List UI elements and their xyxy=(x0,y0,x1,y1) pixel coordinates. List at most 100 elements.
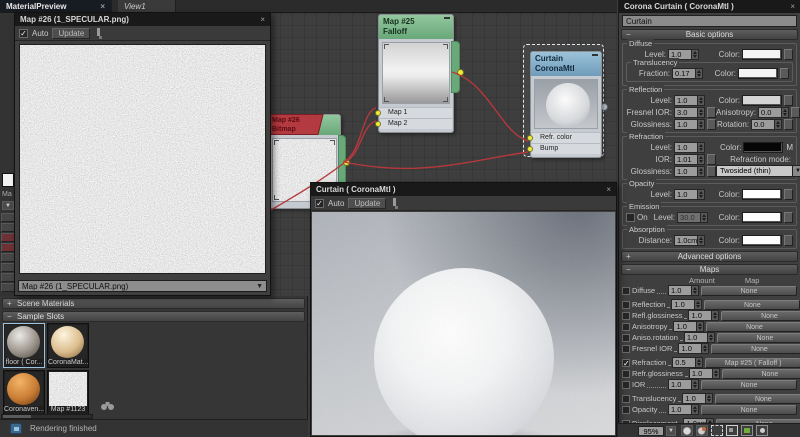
map-enable-checkbox[interactable] xyxy=(622,287,630,295)
left-panel-button[interactable] xyxy=(1,273,15,282)
left-panel-button[interactable] xyxy=(1,213,15,222)
map-amount-spinner[interactable]: 1.0 xyxy=(671,299,702,310)
map-enable-checkbox[interactable] xyxy=(622,323,630,331)
reflection-color-swatch[interactable] xyxy=(742,95,782,106)
auto-checkbox[interactable]: ✓ xyxy=(315,199,324,208)
curtain-render-window[interactable]: Curtain ( CoronaMtl ) × ✓ Auto Update xyxy=(310,182,617,437)
input-socket[interactable] xyxy=(375,110,381,116)
node-header[interactable]: Map #25 Falloff xyxy=(379,15,453,39)
map-enable-checkbox[interactable]: ✓ xyxy=(622,359,630,367)
zoom-level-field[interactable]: 95% xyxy=(638,426,664,436)
fresnel-ior-spinner[interactable]: 3.0 xyxy=(674,107,705,118)
material-input-slot[interactable]: Refr. color xyxy=(532,132,600,143)
node-falloff[interactable]: Map #25 Falloff Map 1Map 2 xyxy=(378,14,454,133)
map-slot-button[interactable]: None xyxy=(706,322,800,332)
rotation-map-button[interactable] xyxy=(784,119,793,130)
map-enable-checkbox[interactable] xyxy=(622,312,630,320)
map-slot-button[interactable]: None xyxy=(711,344,800,354)
map-slot-button[interactable]: Map #25 ( Falloff ) xyxy=(705,358,800,368)
update-button[interactable]: Update xyxy=(348,198,386,209)
node-header[interactable]: Curtain CoronaMtl xyxy=(531,52,601,76)
window-titlebar[interactable]: Curtain ( CoronaMtl ) × xyxy=(311,183,616,196)
map-slot-button[interactable]: None xyxy=(722,369,800,379)
map-amount-spinner[interactable]: 1.0 xyxy=(684,332,715,343)
translucency-color-map-button[interactable] xyxy=(780,68,789,79)
map-amount-spinner[interactable]: 1.0 xyxy=(688,310,719,321)
reflection-color-map-button[interactable] xyxy=(784,95,793,106)
material-name-field[interactable]: Curtain xyxy=(622,15,797,27)
left-panel-button[interactable] xyxy=(1,253,15,262)
panel-titlebar[interactable]: Corona Curtain ( CoronaMtl ) × xyxy=(619,0,800,13)
close-icon[interactable]: × xyxy=(790,2,795,11)
input-socket[interactable] xyxy=(375,121,381,127)
node-header[interactable]: Map #26 Bitmap xyxy=(269,115,340,135)
map-enable-checkbox[interactable] xyxy=(622,334,630,342)
sample-slot[interactable]: Coronaven... xyxy=(3,370,45,415)
sample-slot[interactable]: CoronaMat... xyxy=(47,323,89,368)
map-amount-spinner[interactable]: 1.0 xyxy=(668,379,699,390)
emission-level-spinner[interactable]: 30.0 xyxy=(677,212,708,223)
update-button[interactable]: Update xyxy=(52,28,90,39)
map-amount-spinner[interactable]: 1.0 xyxy=(682,393,713,404)
translucency-fraction-spinner[interactable]: 0.17 xyxy=(672,68,703,79)
zoom-extents-icon[interactable] xyxy=(741,425,753,436)
minimize-icon[interactable] xyxy=(592,54,598,56)
sample-slots-rollout[interactable]: − Sample Slots xyxy=(2,311,305,322)
map-amount-spinner[interactable]: 0.5 xyxy=(672,357,703,368)
map-enable-checkbox[interactable] xyxy=(622,406,630,414)
map-enable-checkbox[interactable] xyxy=(622,381,630,389)
reflection-level-spinner[interactable]: 1.0 xyxy=(674,95,705,106)
left-panel-button[interactable] xyxy=(1,223,15,232)
minimize-icon[interactable] xyxy=(444,17,450,19)
fresnel-ior-map-button[interactable] xyxy=(707,107,716,118)
absorption-distance-spinner[interactable]: 1.0cm xyxy=(674,235,705,246)
emission-color-swatch[interactable] xyxy=(742,212,782,223)
zoom-region-icon[interactable] xyxy=(726,425,738,436)
opacity-color-map-button[interactable] xyxy=(784,189,793,200)
left-panel-button[interactable] xyxy=(1,283,15,292)
map-amount-spinner[interactable]: 1.0 xyxy=(668,285,699,296)
anisotropy-map-button[interactable] xyxy=(791,107,800,118)
region-select-icon[interactable] xyxy=(711,425,723,436)
find-icon[interactable] xyxy=(100,400,115,411)
input-socket[interactable] xyxy=(527,135,533,141)
map-amount-spinner[interactable]: 1.0 xyxy=(673,321,704,332)
auto-checkbox[interactable]: ✓ xyxy=(19,29,28,38)
map-enable-checkbox[interactable] xyxy=(622,301,630,309)
refraction-color-swatch[interactable] xyxy=(743,142,783,153)
pin-icon[interactable] xyxy=(94,28,103,39)
refraction-glossiness-spinner[interactable]: 1.0 xyxy=(674,166,705,177)
left-panel-button[interactable] xyxy=(1,243,15,252)
absorption-color-swatch[interactable] xyxy=(742,235,782,246)
rotation-spinner[interactable]: 0.0 xyxy=(751,119,782,130)
refraction-glossiness-map-button[interactable] xyxy=(707,166,716,177)
map-amount-spinner[interactable]: 1.0 xyxy=(678,343,709,354)
output-socket[interactable] xyxy=(343,159,350,166)
opacity-level-spinner[interactable]: 1.0 xyxy=(674,189,705,200)
sample-slot[interactable]: floor ( Cor... xyxy=(3,323,45,368)
emission-color-map-button[interactable] xyxy=(784,212,793,223)
zoom-extents-selected-icon[interactable] xyxy=(756,425,768,436)
pin-icon[interactable] xyxy=(390,198,399,209)
refraction-ior-spinner[interactable]: 1.01 xyxy=(674,154,705,165)
reflection-glossiness-map-button[interactable] xyxy=(707,119,716,130)
emission-on-checkbox[interactable] xyxy=(626,213,635,222)
refraction-ior-map-button[interactable] xyxy=(707,154,716,165)
map-amount-spinner[interactable]: 1.0 xyxy=(689,368,720,379)
opacity-color-swatch[interactable] xyxy=(742,189,782,200)
map-slot-button[interactable]: None xyxy=(701,286,797,296)
map-enable-checkbox[interactable] xyxy=(622,395,630,403)
zoom-dropdown-button[interactable]: ▼ xyxy=(666,426,676,436)
diffuse-color-map-button[interactable] xyxy=(784,49,793,60)
left-panel-button[interactable] xyxy=(1,233,15,242)
map-slot-button[interactable]: None xyxy=(721,311,800,321)
map-slot-button[interactable]: None xyxy=(704,300,800,310)
map26-render-window[interactable]: Map #26 (1_SPECULAR.png) × ✓ Auto Update… xyxy=(14,12,271,296)
diffuse-color-swatch[interactable] xyxy=(742,49,782,60)
close-icon[interactable]: × xyxy=(260,15,265,24)
sample-slot[interactable]: Map #1123 xyxy=(47,370,89,415)
map-enable-checkbox[interactable] xyxy=(622,345,630,353)
map-enable-checkbox[interactable] xyxy=(622,370,630,378)
map-slot-button[interactable]: None xyxy=(717,333,800,343)
scene-materials-rollout[interactable]: + Scene Materials xyxy=(2,298,305,309)
